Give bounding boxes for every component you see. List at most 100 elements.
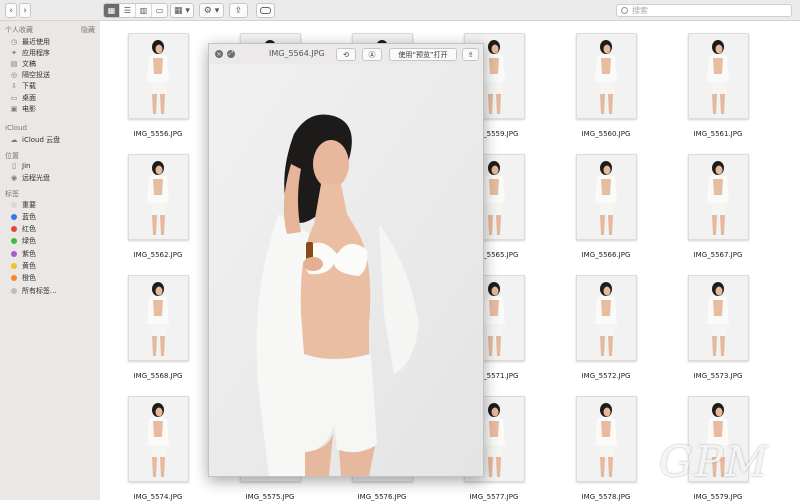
download-icon: ⇩ [11,82,17,91]
list-view-button[interactable]: ☰ [120,4,136,17]
search-icon [621,7,628,14]
sidebar-tag-0[interactable]: 重要 [10,200,36,209]
chevron-left-icon: ‹ [9,5,13,16]
file-name[interactable]: IMG_5556.JPG [113,130,203,138]
sidebar-item-fav-2[interactable]: ▤ 文稿 [10,59,36,68]
file-name[interactable]: IMG_5562.JPG [113,251,203,259]
icon-view-button[interactable]: ▦ [104,4,120,17]
cloud-icon: ☁ [10,135,18,144]
file-name[interactable]: IMG_5568.JPG [113,372,203,380]
sidebar-tag-7[interactable]: 所有标签... [10,286,57,295]
watermark-logo: GPM [659,437,770,486]
sidebar-tag-2[interactable]: 红色 [10,225,36,234]
sidebar-item-label: 桌面 [22,93,36,102]
sidebar-item-label: iCloud 云盘 [22,135,61,144]
hide-button[interactable]: 隐藏 [81,25,95,35]
tag-color-dot [11,238,17,245]
file-name[interactable]: IMG_5560.JPG [561,130,651,138]
preview-image [209,64,483,476]
sidebar-item-label: 文稿 [22,59,36,68]
sidebar-tag-label: 重要 [22,200,36,209]
sidebar-item-label: 远程光盘 [22,173,50,182]
gallery-view-button[interactable]: ▭ [152,4,167,17]
airdrop-icon: ◎ [10,71,18,80]
sidebar-tag-4[interactable]: 紫色 [10,249,36,258]
sidebar-tag-label: 橙色 [22,274,36,283]
tag-color-dot [11,275,17,282]
sidebar-item-label: 应用程序 [22,48,50,57]
file-thumbnail[interactable] [128,154,189,240]
sidebar-tag-label: 所有标签... [22,286,57,295]
markup-icon: Ⓐ [368,50,376,59]
sidebar-tag-label: 蓝色 [22,212,36,221]
file-thumbnail[interactable] [688,33,749,119]
search-placeholder: 搜索 [632,6,648,15]
file-thumbnail[interactable] [128,396,189,482]
document-icon: ▤ [10,59,18,68]
sidebar-item-label: 隔空投送 [22,71,50,80]
tag-color-dot [11,263,17,269]
file-name[interactable]: IMG_5567.JPG [673,251,763,259]
sidebar-tag-1[interactable]: 蓝色 [10,212,36,221]
movie-icon: ▣ [10,104,18,113]
tag-color-dot [11,250,17,257]
file-thumbnail[interactable] [576,33,637,119]
search-field[interactable]: 搜索 [616,4,792,17]
sidebar-tag-label: 红色 [22,225,36,234]
chevron-right-icon: › [23,5,27,16]
sidebar-tag-3[interactable]: 绿色 [10,237,36,246]
share-button[interactable]: ⇪ [229,3,248,18]
fullscreen-icon[interactable]: ⤢ [227,50,235,58]
quicklook-window: × ⤢ IMG_5564.JPG ⟲ Ⓐ 使用“预览”打开 ⇪ [208,43,484,477]
sidebar-tag-6[interactable]: 橙色 [10,274,36,283]
rotate-button[interactable]: ⟲ [336,48,356,61]
disc-icon: ◉ [10,173,18,182]
finder-toolbar: ‹ › ▦ ☰ ▥ ▭ ▦ ▾ ⚙ ▾ ⇪ 搜索 [0,0,800,21]
sidebar-item-fav-3[interactable]: ◎ 隔空投送 [10,71,50,80]
back-button[interactable]: ‹ [5,3,17,18]
file-thumbnail[interactable] [576,154,637,240]
tag-icon [260,7,271,14]
share-button[interactable]: ⇪ [462,48,479,61]
sidebar-tag-5[interactable]: 黄色 [10,262,36,271]
sidebar-item-loc-0[interactable]: ▯ Jin [10,161,30,170]
file-thumbnail[interactable] [688,275,749,361]
sidebar-item-icloud-0[interactable]: ☁ iCloud 云盘 [10,135,61,144]
file-thumbnail[interactable] [576,396,637,482]
sidebar-item-fav-0[interactable]: ◷ 最近使用 [10,37,50,46]
tag-color-dot [11,201,17,208]
sidebar-tag-label: 绿色 [22,237,36,246]
sidebar-tag-label: 黄色 [22,262,36,270]
forward-button[interactable]: › [19,3,31,18]
rotate-icon: ⟲ [343,50,349,59]
sidebar-item-label: 最近使用 [22,37,50,46]
open-with-preview-button[interactable]: 使用“预览”打开 [389,48,457,61]
column-view-button[interactable]: ▥ [136,4,152,17]
file-thumbnail[interactable] [128,275,189,361]
tag-button[interactable] [256,3,275,18]
sidebar-item-loc-1[interactable]: ◉ 远程光盘 [10,173,50,182]
sidebar-item-fav-5[interactable]: ▭ 桌面 [10,93,36,102]
tag-color-dot [11,213,17,220]
file-name[interactable]: IMG_5561.JPG [673,130,763,138]
close-icon[interactable]: × [215,50,223,58]
sidebar-tag-label: 紫色 [22,249,36,258]
sidebar-item-fav-1[interactable]: ✦ 应用程序 [10,48,50,57]
file-name[interactable]: IMG_5573.JPG [673,372,763,380]
share-icon: ⇪ [467,50,474,59]
file-name[interactable]: IMG_5566.JPG [561,251,651,259]
sidebar-item-label: 下载 [22,82,36,91]
locations-header: 位置 [5,152,19,160]
tags-header: 标签 [5,190,19,198]
group-by-button[interactable]: ▦ ▾ [170,3,194,18]
sidebar-item-label: Jin [22,161,31,170]
file-name[interactable]: IMG_5572.JPG [561,372,651,380]
action-menu-button[interactable]: ⚙ ▾ [199,3,224,18]
sidebar-item-fav-4[interactable]: ⇩ 下载 [10,82,36,91]
markup-button[interactable]: Ⓐ [362,48,382,61]
file-thumbnail[interactable] [688,154,749,240]
sidebar-item-fav-6[interactable]: ▣ 电影 [10,104,36,113]
file-thumbnail[interactable] [576,275,637,361]
tag-color-dot [11,287,17,294]
file-thumbnail[interactable] [128,33,189,119]
